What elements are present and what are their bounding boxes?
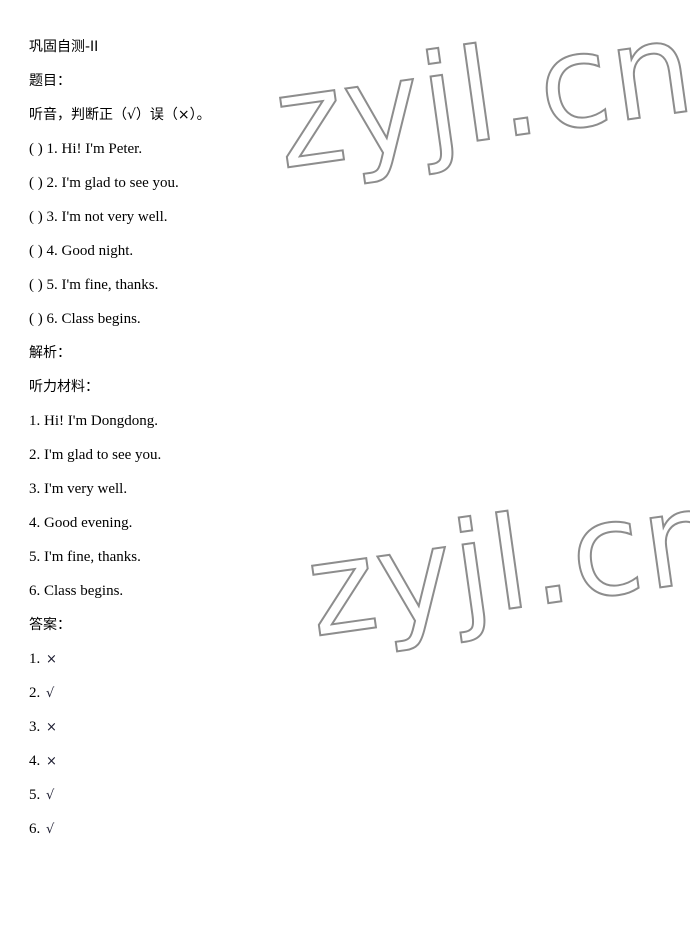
answer-mark: √ — [46, 686, 55, 701]
question-text: I'm glad to see you. — [61, 175, 179, 191]
analysis-section-label: 解析： — [0, 336, 690, 370]
question-number: 4. — [46, 243, 62, 259]
listening-number: 2. — [29, 447, 44, 463]
answer-item: 3. × — [0, 710, 690, 744]
answer-mark: × — [46, 652, 57, 667]
listening-material-list: 1. Hi! I'm Dongdong. 2. I'm glad to see y… — [0, 404, 690, 608]
answer-mark: √ — [46, 822, 55, 837]
question-answer-bracket: ( ) — [29, 175, 47, 191]
answer-item: 2. √ — [0, 676, 690, 710]
question-text: Hi! I'm Peter. — [61, 141, 143, 157]
question-number: 1. — [46, 141, 62, 157]
answer-item: 4. × — [0, 744, 690, 778]
question-item: ( ) 5. I'm fine, thanks. — [0, 268, 690, 302]
instruction-text: 听音，判断正（√）误（×）。 — [29, 107, 211, 123]
question-answer-bracket: ( ) — [29, 277, 47, 293]
question-text: Good night. — [61, 243, 134, 259]
listening-text: I'm very well. — [44, 481, 128, 497]
listening-number: 4. — [29, 515, 44, 531]
listening-section-label: 听力材料： — [0, 370, 690, 404]
listening-number: 5. — [29, 549, 44, 565]
listening-number: 3. — [29, 481, 44, 497]
question-item: ( ) 1. Hi! I'm Peter. — [0, 132, 690, 166]
question-item: ( ) 4. Good night. — [0, 234, 690, 268]
question-section-label: 题目： — [0, 64, 690, 98]
page-title-text: 巩固自测-II — [29, 39, 99, 55]
listening-text: I'm fine, thanks. — [44, 549, 141, 565]
listening-item: 2. I'm glad to see you. — [0, 438, 690, 472]
question-number: 2. — [46, 175, 62, 191]
listening-item: 1. Hi! I'm Dongdong. — [0, 404, 690, 438]
listening-number: 1. — [29, 413, 44, 429]
answer-mark: × — [46, 720, 57, 735]
listening-text: Hi! I'm Dongdong. — [44, 413, 158, 429]
question-section-label-text: 题目： — [29, 73, 71, 89]
listening-text: Good evening. — [44, 515, 133, 531]
question-answer-bracket: ( ) — [29, 141, 47, 157]
document-body: 巩固自测-II 题目： 听音，判断正（√）误（×）。 ( ) 1. Hi! I'… — [0, 0, 690, 846]
listening-item: 5. I'm fine, thanks. — [0, 540, 690, 574]
question-item: ( ) 3. I'm not very well. — [0, 200, 690, 234]
question-number: 5. — [46, 277, 62, 293]
question-number: 3. — [46, 209, 62, 225]
answer-mark: × — [46, 754, 57, 769]
answer-section-label: 答案： — [0, 608, 690, 642]
answer-number: 6. — [29, 821, 44, 837]
page-title: 巩固自测-II — [0, 30, 690, 64]
question-text: I'm not very well. — [61, 209, 168, 225]
answer-mark: √ — [46, 788, 55, 803]
question-item: ( ) 6. Class begins. — [0, 302, 690, 336]
question-answer-bracket: ( ) — [29, 209, 47, 225]
listening-item: 4. Good evening. — [0, 506, 690, 540]
listening-item: 6. Class begins. — [0, 574, 690, 608]
listening-number: 6. — [29, 583, 44, 599]
answer-number: 5. — [29, 787, 44, 803]
answer-section-label-text: 答案： — [29, 617, 71, 633]
answer-list: 1. × 2. √ 3. × 4. × 5. √ 6. √ — [0, 642, 690, 846]
question-item: ( ) 2. I'm glad to see you. — [0, 166, 690, 200]
listening-item: 3. I'm very well. — [0, 472, 690, 506]
answer-item: 1. × — [0, 642, 690, 676]
listening-text: Class begins. — [44, 583, 124, 599]
answer-number: 3. — [29, 719, 44, 735]
answer-number: 4. — [29, 753, 44, 769]
question-answer-bracket: ( ) — [29, 243, 47, 259]
analysis-section-label-text: 解析： — [29, 345, 71, 361]
answer-number: 2. — [29, 685, 44, 701]
question-text: Class begins. — [61, 311, 141, 327]
question-number: 6. — [46, 311, 62, 327]
answer-item: 5. √ — [0, 778, 690, 812]
question-text: I'm fine, thanks. — [61, 277, 159, 293]
answer-number: 1. — [29, 651, 44, 667]
instruction-line: 听音，判断正（√）误（×）。 — [0, 98, 690, 132]
answer-item: 6. √ — [0, 812, 690, 846]
question-list: ( ) 1. Hi! I'm Peter.( ) 2. I'm glad to … — [0, 132, 690, 336]
question-answer-bracket: ( ) — [29, 311, 47, 327]
listening-section-label-text: 听力材料： — [29, 379, 99, 395]
listening-text: I'm glad to see you. — [44, 447, 162, 463]
